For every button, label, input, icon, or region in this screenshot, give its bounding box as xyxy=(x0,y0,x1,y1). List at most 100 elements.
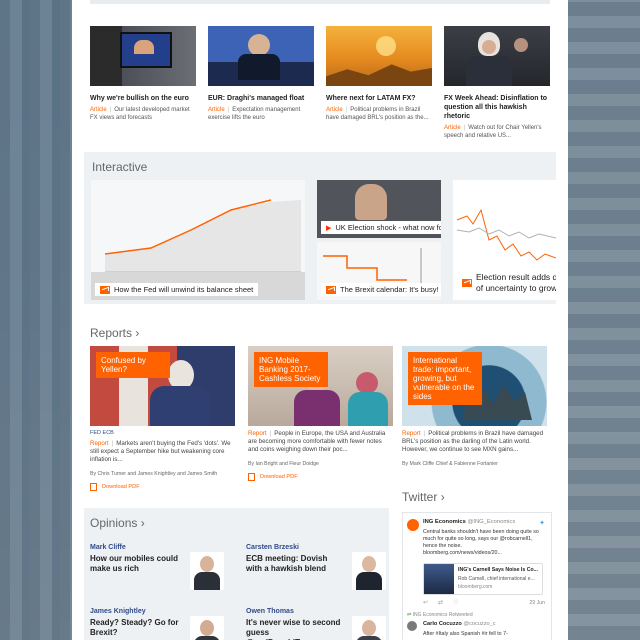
download-pdf-link[interactable]: Download PDF xyxy=(248,472,393,481)
report-label: International trade: important, growing,… xyxy=(408,352,482,405)
opinion-title[interactable]: Ready? Steady? Go for Brexit? xyxy=(90,618,185,638)
chart-icon xyxy=(326,285,336,294)
interactive-card-video[interactable]: ▶UK Election shock - what now for Brexit… xyxy=(317,180,441,238)
video-thumbnail xyxy=(355,184,387,220)
opinion-item[interactable]: Owen Thomas It's never wise to second gu… xyxy=(246,608,386,640)
tweet-handle[interactable]: @ING_Economics xyxy=(467,519,515,525)
opinion-title[interactable]: It's never wise to second guess @realDon… xyxy=(246,618,341,640)
twitter-heading[interactable]: Twitter › xyxy=(402,490,445,504)
news-card[interactable]: Why we're bullish on the euro Article | Ou… xyxy=(90,26,196,140)
link-card-title: ING's Carnell Says Noise Is Co... xyxy=(458,567,538,573)
report-tag: Report xyxy=(90,440,109,447)
chevron-right-icon: › xyxy=(140,516,145,530)
report-authors: By Chris Turner and James Knightley and … xyxy=(90,470,218,477)
reports-heading[interactable]: Reports › xyxy=(90,326,139,340)
play-icon: ▶ xyxy=(326,224,332,232)
news-thumbnail[interactable] xyxy=(444,26,550,86)
twitter-bird-icon[interactable]: ✦ xyxy=(539,519,545,527)
news-title[interactable]: Where next for LATAM FX? xyxy=(326,94,432,103)
opinion-item[interactable]: James Knightley Ready? Steady? Go for Br… xyxy=(90,608,230,640)
report-card[interactable]: International trade: important, growing,… xyxy=(402,346,547,467)
link-card-thumbnail xyxy=(424,564,454,594)
page: Why we're bullish on the euro Article | Ou… xyxy=(72,0,568,640)
avatar xyxy=(190,616,224,640)
interactive-caption[interactable]: Election result adds d of uncertainty to… xyxy=(457,270,556,296)
rt-text: After #Italy also Spanish #ir fell to 7- xyxy=(423,631,508,637)
retweet-small-icon: ⇄ xyxy=(407,612,412,618)
news-tag: Article xyxy=(90,107,107,113)
report-image[interactable]: Confused by Yellen? xyxy=(90,346,235,426)
news-card[interactable]: Where next for LATAM FX? Article | Politic… xyxy=(326,26,432,140)
interactive-card-fed[interactable]: How the Fed will unwind its balance shee… xyxy=(91,180,305,300)
tweet-date[interactable]: 29 Jun xyxy=(529,600,545,606)
opinions-section: Opinions › Mark Cliffe How our mobiles c… xyxy=(84,508,389,640)
pdf-icon xyxy=(248,472,255,481)
report-image[interactable]: ING Mobile Banking 2017- Cashless Societ… xyxy=(248,346,393,426)
report-card[interactable]: Confused by Yellen? FED ECB Report | Marke… xyxy=(90,346,235,491)
download-pdf-link[interactable]: Download PDF xyxy=(90,482,235,491)
report-image[interactable]: International trade: important, growing,… xyxy=(402,346,547,426)
rt-handle[interactable]: @cocuzzo_c xyxy=(463,621,495,627)
tweet-account[interactable]: ING Economics xyxy=(423,519,466,525)
report-authors: By Ian Bright and Fleur Doidge xyxy=(248,460,319,467)
news-title[interactable]: EUR: Draghi's managed float xyxy=(208,94,314,103)
news-card[interactable]: FX Week Ahead: Disinflation to question … xyxy=(444,26,550,140)
opinion-item[interactable]: Carsten Brzeski ECB meeting: Dovish with… xyxy=(246,544,386,590)
avatar xyxy=(352,552,386,590)
news-card[interactable]: EUR: Draghi's managed float Article | Expe… xyxy=(208,26,314,140)
opinions-heading[interactable]: Opinions › xyxy=(90,516,145,530)
opinion-author: James Knightley xyxy=(90,608,146,615)
rt-avatar xyxy=(407,621,417,631)
interactive-section: Interactive How the Fed will unwind its … xyxy=(84,152,556,304)
report-tags[interactable]: FED ECB xyxy=(90,430,235,436)
interactive-heading: Interactive xyxy=(92,160,148,174)
link-card-sub: Rob Carnell, chief international e... xyxy=(458,576,535,582)
news-thumbnail[interactable] xyxy=(208,26,314,86)
retweet-icon[interactable]: ⇄ xyxy=(438,599,443,606)
tweet-text: Central banks shouldn't have been doing … xyxy=(423,529,539,556)
report-desc: People in Europe, the USA and Australia … xyxy=(248,430,386,454)
ing-avatar-icon xyxy=(407,519,419,531)
report-tag: Report xyxy=(402,430,421,437)
rt-name[interactable]: Carlo Cocuzzo xyxy=(423,621,462,627)
interactive-caption[interactable]: ▶UK Election shock - what now for Brexit… xyxy=(321,221,441,234)
reply-icon[interactable]: ↩ xyxy=(423,599,428,606)
interactive-caption[interactable]: How the Fed will unwind its balance shee… xyxy=(95,283,259,296)
top-divider xyxy=(90,0,550,4)
report-card[interactable]: ING Mobile Banking 2017- Cashless Societ… xyxy=(248,346,393,481)
interactive-caption[interactable]: The Brexit calendar: It's busy! xyxy=(321,283,441,296)
news-title[interactable]: FX Week Ahead: Disinflation to question … xyxy=(444,94,550,121)
opinion-title[interactable]: ECB meeting: Dovish with a hawkish blend xyxy=(246,554,341,574)
pdf-icon xyxy=(90,482,97,491)
chevron-right-icon: › xyxy=(135,326,140,340)
news-tag: Article xyxy=(444,125,461,131)
opinion-item[interactable]: Mark Cliffe How our mobiles could make u… xyxy=(90,544,230,590)
interactive-card-election[interactable]: Election result adds d of uncertainty to… xyxy=(453,180,556,300)
report-label: ING Mobile Banking 2017- Cashless Societ… xyxy=(254,352,328,387)
tweet-actions: ↩ ⇄ ♡ xyxy=(423,599,458,606)
report-tag: Report xyxy=(248,430,267,437)
avatar xyxy=(352,616,386,640)
like-icon[interactable]: ♡ xyxy=(453,599,458,606)
opinion-title[interactable]: How our mobiles could make us rich xyxy=(90,554,185,574)
background-city-right xyxy=(568,0,640,640)
tweet-link-card[interactable]: ING's Carnell Says Noise Is Co... Rob Ca… xyxy=(423,563,543,595)
news-thumbnail[interactable] xyxy=(326,26,432,86)
chart-icon xyxy=(462,279,472,287)
news-thumbnail[interactable] xyxy=(90,26,196,86)
news-tag: Article xyxy=(326,107,343,113)
twitter-feed[interactable]: ING Economics @ING_Economics ✦ Central b… xyxy=(402,512,552,640)
news-row: Why we're bullish on the euro Article | Ou… xyxy=(90,26,550,140)
opinion-author: Owen Thomas xyxy=(246,608,294,615)
interactive-card-brexit[interactable]: The Brexit calendar: It's busy! xyxy=(317,242,441,300)
fed-chart-graphic xyxy=(91,180,305,300)
link-card-url: bloomberg.com xyxy=(458,584,493,590)
opinion-author: Mark Cliffe xyxy=(90,544,126,551)
chevron-right-icon: › xyxy=(440,490,445,504)
chart-icon xyxy=(100,285,110,294)
retweet-label: ⇄ ING Economics Retweeted xyxy=(407,612,473,618)
report-authors: By Mark Cliffe Chief & Fabienne Fortanie… xyxy=(402,460,498,467)
opinion-author: Carsten Brzeski xyxy=(246,544,299,551)
news-tag: Article xyxy=(208,107,225,113)
news-title[interactable]: Why we're bullish on the euro xyxy=(90,94,196,103)
